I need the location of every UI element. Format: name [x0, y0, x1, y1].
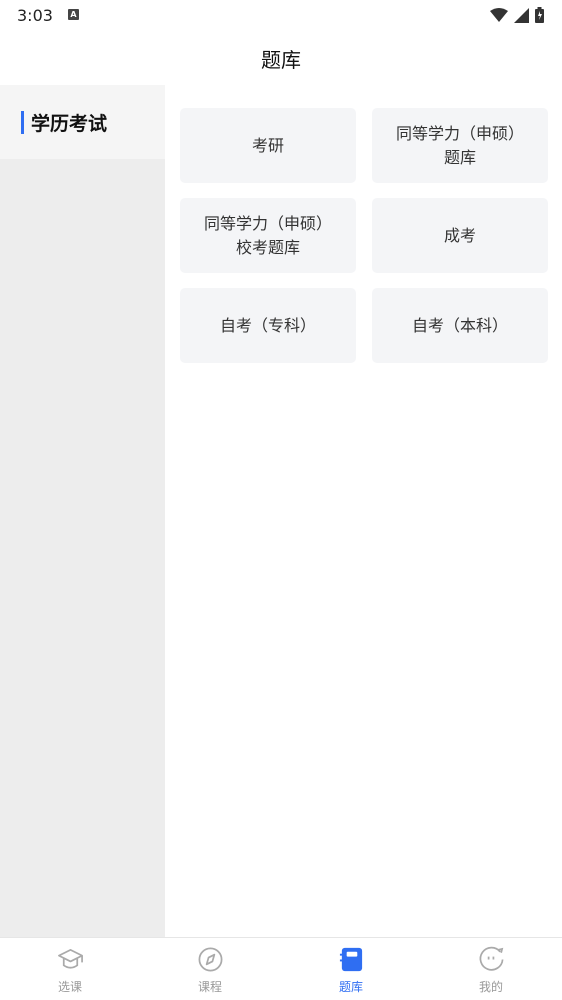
battery-icon: [535, 7, 544, 23]
compass-icon: [198, 947, 223, 972]
sidebar-item-academic-exam[interactable]: 学历考试: [0, 85, 165, 159]
smiley-icon: [479, 946, 504, 971]
card-self-exam-bachelor[interactable]: 自考（本科）: [372, 288, 548, 363]
status-bar: 3:03 A: [0, 0, 562, 32]
graduation-cap-icon: [58, 948, 83, 969]
card-equivalent-degree-school-bank[interactable]: 同等学力（申硕） 校考题库: [180, 198, 356, 273]
status-icons: [490, 7, 544, 23]
card-self-exam-junior[interactable]: 自考（专科）: [180, 288, 356, 363]
tab-label: 选课: [57, 980, 82, 994]
tab-label: 课程: [197, 980, 222, 994]
book-icon: [339, 947, 363, 972]
tab-courses[interactable]: 课程: [140, 938, 280, 1000]
wifi-icon: [490, 8, 508, 22]
sidebar-item-label: 学历考试: [31, 113, 108, 135]
signal-icon: [514, 7, 529, 23]
status-time: 3:03: [17, 6, 53, 25]
tab-question-bank[interactable]: 题库: [281, 938, 421, 1000]
tab-label: 题库: [338, 980, 363, 994]
sidebar: 学历考试: [0, 85, 165, 937]
card-equivalent-degree-bank[interactable]: 同等学力（申硕） 题库: [372, 108, 548, 183]
header: 题库: [0, 32, 562, 85]
sidebar-selected-indicator: [21, 111, 24, 134]
card-adult-exam[interactable]: 成考: [372, 198, 548, 273]
card-kaoyan[interactable]: 考研: [180, 108, 356, 183]
tab-label: 我的: [478, 980, 503, 994]
notification-a-icon: A: [68, 9, 79, 20]
question-bank-grid: 考研 同等学力（申硕） 题库 同等学力（申硕） 校考题库 成考 自考（专科） 自…: [165, 85, 562, 937]
bottom-tab-bar: 选课 课程 题库 我的: [0, 937, 562, 1000]
page-title: 题库: [261, 48, 301, 72]
tab-courses-select[interactable]: 选课: [0, 938, 140, 1000]
tab-mine[interactable]: 我的: [421, 938, 561, 1000]
